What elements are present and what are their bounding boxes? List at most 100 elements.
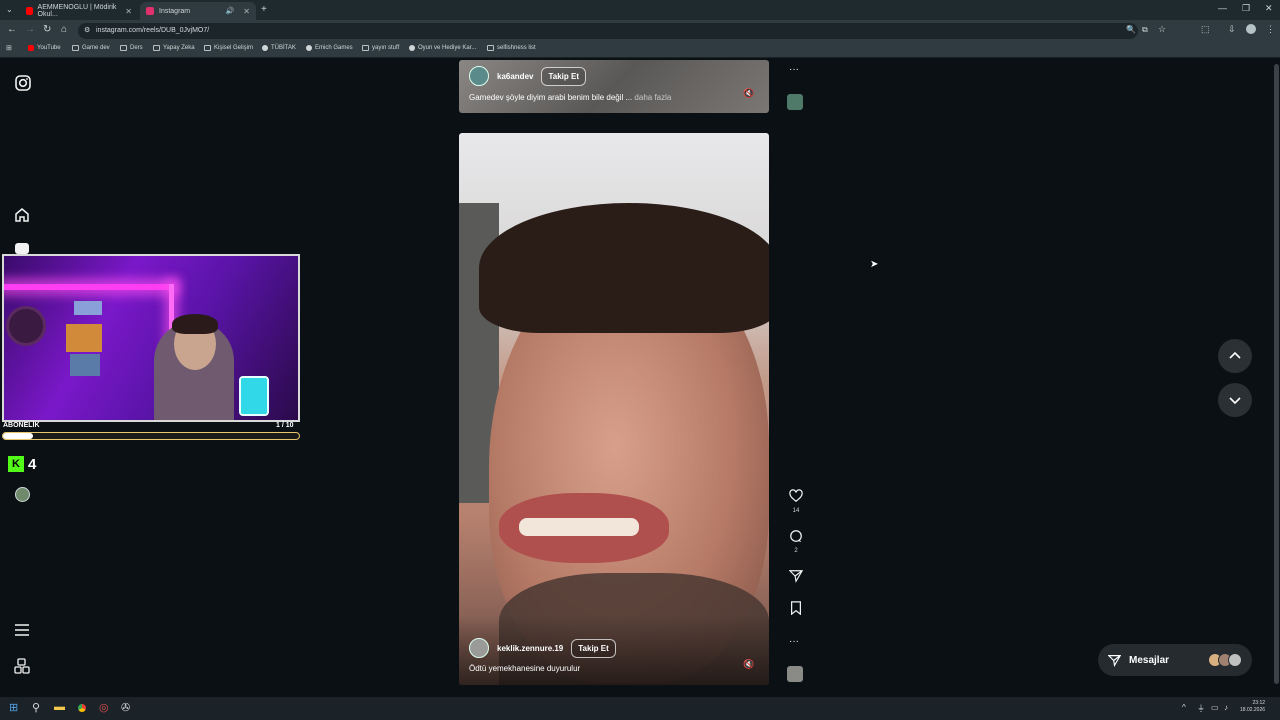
folder-icon [120,45,127,51]
author-avatar[interactable] [469,638,489,658]
folder-icon [72,45,79,51]
home-icon[interactable]: ⌂ [61,24,67,35]
more-options-icon[interactable]: ··· [789,64,799,75]
chevron-down-icon [1229,397,1241,405]
volume-icon[interactable]: ♪ [1224,703,1228,712]
also-from-meta-icon[interactable] [14,658,30,677]
bookmark-folder[interactable]: yayın stuff [362,45,399,51]
bookmark-folder[interactable]: Ders [120,45,143,51]
audio-playing-icon[interactable]: 🔊 [226,7,235,15]
network-icon[interactable]: ▭ [1211,703,1219,712]
mouse-cursor-icon: ➤ [870,259,879,270]
drink-cup [239,376,269,416]
app-icon[interactable]: ✇ [121,701,130,714]
bookmark-star-icon[interactable]: ☆ [1158,24,1166,35]
video-hair [479,203,769,333]
more-options-icon[interactable]: ··· [789,636,799,647]
messages-label: Mesajlar [1129,654,1170,666]
bookmark-folder[interactable]: Kişisel Gelişim [204,45,253,51]
mute-icon[interactable]: 🔇 [743,659,754,670]
taskbar-clock[interactable]: 23:12 18.02.2026 [1240,700,1265,714]
audio-thumbnail[interactable] [787,666,803,682]
bookmark-folder[interactable]: Game dev [72,45,110,51]
bookmark-folder[interactable]: Yapay Zeka [153,45,195,51]
minimize-icon[interactable]: — [1218,3,1227,13]
folder-icon [362,45,369,51]
reels-nav-icon[interactable] [15,243,29,254]
subscription-goal-label: ABONELİK [3,422,40,429]
tray-chevron-icon[interactable]: ^ [1182,703,1186,712]
menu-kebab-icon[interactable]: ⋮ [1266,24,1275,35]
subscription-goal-count: 1 / 10 [276,422,294,429]
chevron-up-icon [1229,351,1241,359]
more-link[interactable]: daha fazla [634,93,671,102]
address-bar[interactable]: ⚙ instagram.com/reels/DUB_0JvjMO7/ [78,23,1138,39]
new-tab-button[interactable]: + [261,4,267,15]
instagram-logo-icon[interactable] [15,75,31,94]
messages-button[interactable]: Mesajlar [1098,644,1252,676]
bookmark-youtube[interactable]: YouTube [28,45,61,51]
dartboard [6,306,46,346]
folder-icon [487,45,494,51]
close-tab-icon[interactable]: ✕ [243,7,250,16]
tab-youtube[interactable]: AEMMENOGLU | Mödirik Okul... ✕ [20,2,138,20]
downloads-icon[interactable]: ⇩ [1228,24,1236,35]
video-teeth [519,518,639,536]
close-tab-icon[interactable]: ✕ [125,7,132,16]
author-name[interactable]: keklik.zennure.19 [497,644,563,653]
bookmark-oyun[interactable]: Oyun ve Hediye Kar... [409,45,476,51]
search-icon[interactable]: ⚲ [32,701,40,714]
globe-icon [306,45,312,51]
zoom-icon[interactable]: 🔍 [1126,25,1136,34]
site-info-icon[interactable]: ⚙ [84,23,90,39]
reel-card[interactable]: ka6andev Takip Et Gamedev şöyle diyim ar… [459,60,769,113]
app-icon[interactable]: ◎ [99,701,109,714]
profile-nav-avatar[interactable] [15,487,30,502]
webcam-overlay [2,254,300,422]
follow-button[interactable]: Takip Et [541,66,586,86]
like-count: 14 [792,508,800,514]
previous-reel-button[interactable] [1218,339,1252,373]
save-icon[interactable] [788,601,804,620]
reload-icon[interactable]: ↻ [43,24,51,35]
bookmark-emich[interactable]: Emich Games [306,45,353,51]
bookmark-folder[interactable]: selfishness list [487,45,536,51]
clock-date: 18.02.2026 [1240,707,1266,713]
install-app-icon[interactable]: ⧉ [1142,25,1148,35]
wall-poster [66,324,102,352]
usb-icon[interactable]: ⏚ [1197,703,1205,714]
tab-instagram[interactable]: Instagram 🔊 ✕ [140,2,256,20]
tab-list-icon[interactable]: ⌄ [6,5,13,14]
bookmark-tubitak[interactable]: TÜBİTAK [262,45,296,51]
reel-card[interactable]: keklik.zennure.19 Takip Et Ödtü yemekhan… [459,133,769,685]
windows-start-icon[interactable]: ⊞ [9,701,18,714]
home-nav-icon[interactable] [14,207,30,226]
streamer-hair [172,314,218,334]
scrollbar-thumb[interactable] [1274,64,1279,684]
direct-message-icon [1108,654,1121,667]
share-icon[interactable] [788,569,804,588]
follow-button[interactable]: Takip Et [571,638,616,658]
mute-icon[interactable]: 🔇 [743,88,754,99]
reel-author-row: keklik.zennure.19 Takip Et [469,638,616,658]
instagram-favicon-icon [146,7,154,15]
audio-thumbnail[interactable] [787,94,803,110]
comment-icon[interactable] [788,529,804,548]
wall-poster [70,354,100,376]
author-avatar[interactable] [469,66,489,86]
wall-poster [74,301,102,315]
extensions-icon[interactable]: ⬚ [1201,24,1210,35]
like-icon[interactable] [788,489,804,508]
file-explorer-icon[interactable]: ▬ [54,701,65,713]
chrome-icon[interactable] [76,702,88,714]
apps-grid-icon[interactable]: ⊞ [6,44,12,52]
restore-icon[interactable]: ❐ [1242,3,1250,14]
author-name[interactable]: ka6andev [497,72,533,81]
back-icon[interactable]: ← [7,24,17,35]
next-reel-button[interactable] [1218,383,1252,417]
profile-avatar[interactable] [1246,24,1256,34]
folder-icon [153,45,160,51]
more-menu-icon[interactable] [14,623,30,640]
close-window-icon[interactable]: ✕ [1265,3,1273,14]
forward-icon[interactable]: → [25,24,35,35]
